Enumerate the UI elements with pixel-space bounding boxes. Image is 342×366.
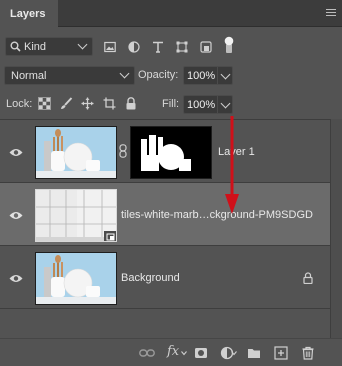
chevron-down-icon: [220, 98, 231, 109]
red-arrow-annotation: [225, 116, 239, 214]
lock-label: Lock:: [6, 98, 33, 110]
delete-layer-icon[interactable]: [301, 346, 315, 360]
chevron-down-icon: [231, 351, 237, 356]
blend-mode-value: Normal: [11, 70, 47, 82]
chevron-down-icon: [77, 39, 88, 50]
kitchen-utensils-thumbnail-image: [36, 127, 116, 178]
eye-icon[interactable]: [9, 148, 23, 157]
opacity-dropdown-button[interactable]: [218, 66, 233, 85]
fill-label: Fill:: [162, 98, 180, 110]
lock-position-icon[interactable]: [81, 97, 94, 110]
chevron-down-icon: [181, 351, 187, 356]
tab-layers[interactable]: Layers: [0, 0, 58, 27]
layer-row-background[interactable]: Background: [0, 246, 330, 309]
new-layer-icon[interactable]: [274, 346, 288, 360]
lock-fill-row: Lock: Fill: 100%: [0, 91, 342, 117]
smart-object-filter-icon[interactable]: [200, 41, 212, 53]
layer-name[interactable]: tiles-white-marb…ckground-PM9SDGD: [121, 209, 313, 221]
layers-list: Layer 1 tiles-white-marb…ckground-PM9SDG…: [0, 119, 330, 338]
new-group-icon[interactable]: [247, 346, 261, 360]
hamburger-menu-icon[interactable]: [326, 9, 336, 17]
lock-all-icon[interactable]: [125, 97, 137, 110]
type-filter-icon[interactable]: [152, 41, 164, 53]
lock-transparent-pixels-icon[interactable]: [38, 97, 51, 110]
opacity-input[interactable]: 100%: [183, 66, 218, 85]
chevron-down-icon: [119, 68, 130, 79]
layers-panel: Layers Kind Normal Opacity: 100% Lock: F…: [0, 0, 342, 366]
add-layer-style-icon[interactable]: fx: [167, 344, 179, 359]
panel-tab-bar: Layers: [0, 0, 342, 27]
search-icon: [10, 41, 21, 52]
shape-filter-icon[interactable]: [176, 41, 188, 53]
layer-row-tiles[interactable]: tiles-white-marb…ckground-PM9SDGD: [0, 183, 330, 246]
layer-row-layer-1[interactable]: Layer 1: [0, 120, 330, 183]
layer-name[interactable]: Background: [121, 272, 180, 284]
opacity-label: Opacity:: [138, 69, 179, 81]
layer-thumbnail: [35, 126, 117, 179]
eye-icon[interactable]: [9, 211, 23, 220]
layer-thumbnail: [35, 189, 117, 242]
filter-kind-select[interactable]: Kind: [5, 37, 93, 56]
eye-icon[interactable]: [9, 274, 23, 283]
layer-thumbnail: [35, 252, 117, 305]
chevron-down-icon: [220, 69, 231, 80]
kitchen-utensils-thumbnail-image: [36, 253, 116, 304]
lock-icon[interactable]: [303, 272, 313, 284]
filter-kind-label: Kind: [24, 41, 47, 53]
lock-artboard-icon[interactable]: [103, 97, 116, 110]
layers-bottom-toolbar: fx: [0, 338, 342, 366]
marble-tiles-thumbnail-image: [36, 190, 116, 241]
mask-silhouette-image: [131, 127, 211, 178]
layers-scrollbar[interactable]: [330, 119, 342, 338]
blend-opacity-row: Normal Opacity: 100%: [0, 62, 342, 88]
blend-mode-select[interactable]: Normal: [4, 66, 135, 85]
layer-filter-row: Kind: [0, 33, 342, 61]
link-mask-icon[interactable]: [119, 144, 127, 158]
fill-input[interactable]: 100%: [183, 95, 218, 114]
lock-image-pixels-icon[interactable]: [60, 97, 73, 110]
fill-dropdown-button[interactable]: [218, 95, 233, 114]
link-layers-icon[interactable]: [139, 346, 155, 360]
filter-toggle-icon[interactable]: [223, 36, 235, 54]
add-mask-icon[interactable]: [194, 346, 208, 360]
layer-mask-thumbnail[interactable]: [130, 126, 212, 179]
adjustment-filter-icon[interactable]: [128, 41, 140, 53]
image-filter-icon[interactable]: [104, 41, 116, 53]
